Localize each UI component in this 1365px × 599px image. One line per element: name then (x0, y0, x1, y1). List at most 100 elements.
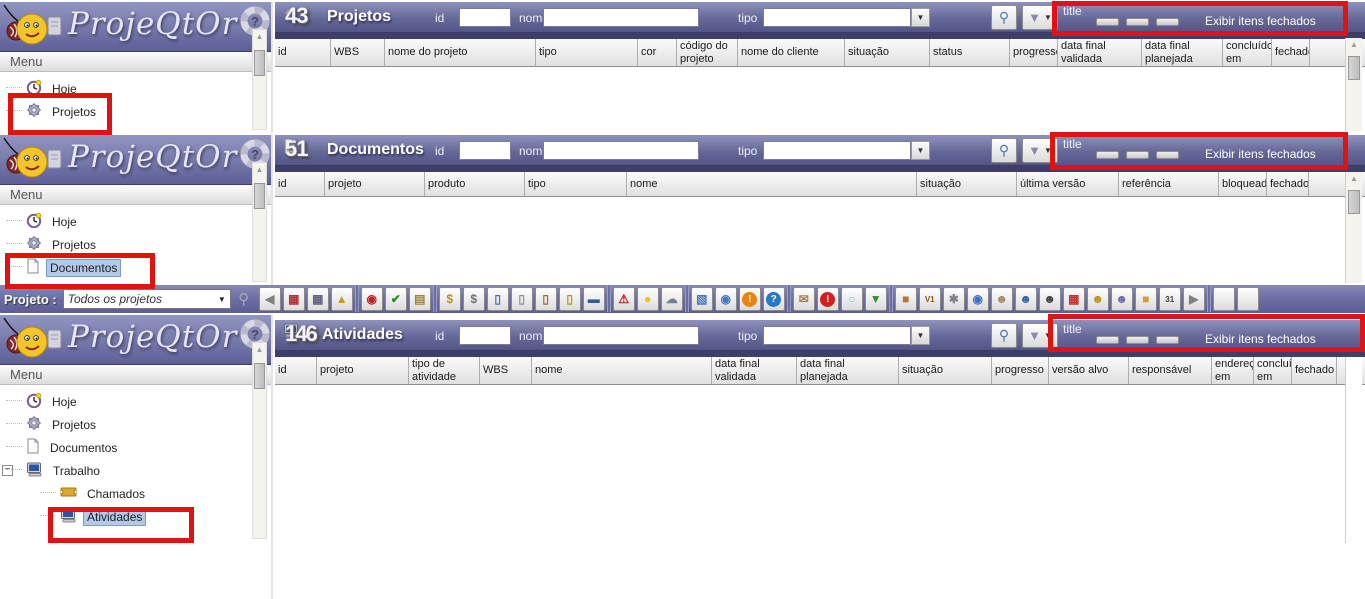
menu-scrollbar[interactable]: ▲ (252, 342, 267, 539)
cost-gear-icon[interactable]: $ (463, 287, 485, 311)
search-button[interactable]: ⚲ (991, 323, 1017, 348)
column-header-concluído-em[interactable]: concluído em (1223, 39, 1272, 66)
search-button[interactable]: ⚲ (991, 138, 1017, 163)
sidebar-item-hoje[interactable]: Hoje (0, 210, 271, 233)
exibir-itens-fechados-label[interactable]: Exibir itens fechados (1205, 332, 1316, 346)
document-version-icon[interactable]: ▯ (535, 287, 557, 311)
filter-button[interactable]: ▼▼ (1022, 138, 1058, 163)
id-filter-input[interactable] (459, 141, 511, 160)
column-header-data-final-planejada[interactable]: data final planejada (1142, 39, 1223, 66)
blank-button-1[interactable] (1213, 287, 1235, 311)
column-header-status[interactable]: status (930, 39, 1010, 66)
column-header-situação[interactable]: situação (845, 39, 930, 66)
play-icon[interactable]: ▶ (1183, 287, 1205, 311)
document-plain-icon[interactable]: ▯ (511, 287, 533, 311)
column-header-projeto[interactable]: projeto (325, 172, 425, 196)
column-header-data-final-validada[interactable]: data final validada (712, 357, 797, 384)
admin-user-icon[interactable]: ✱ (943, 287, 965, 311)
checkbox-dash-2[interactable] (1126, 336, 1149, 344)
column-header-progresso[interactable]: progresso (992, 357, 1049, 384)
tipo-dropdown-arrow-icon[interactable]: ▼ (911, 141, 930, 160)
sync-icon[interactable]: ◉ (715, 287, 737, 311)
column-header-fechado[interactable]: fechado (1292, 357, 1337, 384)
filter-button[interactable]: ▼▼ (1022, 323, 1058, 348)
risk-icon[interactable]: ⚠ (613, 287, 635, 311)
column-header-data-final-validada[interactable]: data final validada (1058, 39, 1142, 66)
checkbox-dash-2[interactable] (1126, 18, 1149, 26)
content-scrollbar[interactable]: ▲ (1345, 38, 1362, 131)
tipo-filter-select[interactable] (763, 326, 911, 345)
column-header-fechado[interactable]: fechado (1267, 172, 1309, 196)
exibir-itens-fechados-label[interactable]: Exibir itens fechados (1205, 14, 1316, 28)
contact-icon[interactable]: ☻ (1039, 287, 1061, 311)
column-header-bloqueado[interactable]: bloqueado (1219, 172, 1267, 196)
column-header-endereçado-em[interactable]: endereçado em (1212, 357, 1254, 384)
column-header-projeto[interactable]: projeto (317, 357, 409, 384)
column-header-data-final-planejada[interactable]: data final planejada (797, 357, 899, 384)
column-header-progresso[interactable]: progresso (1010, 39, 1058, 66)
sidebar-item-documentos[interactable]: Documentos (0, 256, 271, 279)
collapse-toolbar-icon[interactable]: ◀ (259, 287, 281, 311)
calendar-user-icon[interactable]: ▦ (1063, 287, 1085, 311)
planning-icon[interactable]: ▦ (283, 287, 305, 311)
checkbox-dash-3[interactable] (1156, 151, 1179, 159)
sidebar-item-projetos[interactable]: Projetos (0, 100, 271, 123)
content-scrollbar[interactable]: ▲ (1345, 172, 1362, 283)
column-header-fechado[interactable]: fechado (1272, 39, 1310, 66)
column-header-tipo-de-atividade[interactable]: tipo de atividade (409, 357, 480, 384)
tipo-filter-select[interactable] (763, 8, 911, 27)
sidebar-item-hoje[interactable]: Hoje (0, 390, 271, 413)
column-header-tipo[interactable]: tipo (536, 39, 638, 66)
checkbox-dash-1[interactable] (1096, 336, 1119, 344)
alert-red-icon[interactable]: ! (817, 287, 839, 311)
checkbox-dash-3[interactable] (1156, 336, 1179, 344)
column-header-nome[interactable]: nome (627, 172, 917, 196)
checkbox-dash-2[interactable] (1126, 151, 1149, 159)
comment-icon[interactable]: ○ (841, 287, 863, 311)
column-header-id[interactable]: id (275, 357, 317, 384)
import-data-icon[interactable]: ▼ (865, 287, 887, 311)
checkbox-dash-1[interactable] (1096, 151, 1119, 159)
sidebar-item-projetos[interactable]: Projetos (0, 413, 271, 436)
sidebar-item-hoje[interactable]: Hoje (0, 77, 271, 100)
resource-cost-icon[interactable]: ☻ (1087, 287, 1109, 311)
blank-button-2[interactable] (1237, 287, 1259, 311)
checkbox-dash-3[interactable] (1156, 18, 1179, 26)
tipo-dropdown-arrow-icon[interactable]: ▼ (911, 8, 930, 27)
nome-filter-input[interactable] (543, 8, 699, 27)
user-icon[interactable]: ☻ (991, 287, 1013, 311)
wrench-settings-icon[interactable]: ⚲ (233, 287, 255, 311)
id-filter-input[interactable] (459, 326, 511, 345)
version-icon[interactable]: V1 (919, 287, 941, 311)
column-header-concluído-em[interactable]: concluído em (1254, 357, 1292, 384)
archive-icon[interactable]: ■ (895, 287, 917, 311)
column-header-produto[interactable]: produto (425, 172, 525, 196)
column-header-referência[interactable]: referência (1119, 172, 1219, 196)
column-header-situação[interactable]: situação (899, 357, 992, 384)
sidebar-item-documentos[interactable]: Documentos (0, 436, 271, 459)
gantt-print-icon[interactable]: ▲ (331, 287, 353, 311)
column-header-última-versão[interactable]: última versão (1017, 172, 1119, 196)
objectives-icon[interactable]: ◉ (361, 287, 383, 311)
id-filter-input[interactable] (459, 8, 511, 27)
nome-filter-input[interactable] (543, 141, 699, 160)
report-icon[interactable]: ▧ (691, 287, 713, 311)
column-header-nome-do-cliente[interactable]: nome do cliente (738, 39, 845, 66)
checklist-icon[interactable]: ✔ (385, 287, 407, 311)
menu-scrollbar[interactable]: ▲ (252, 162, 267, 282)
help-icon[interactable]: ? (763, 287, 785, 311)
column-header-id[interactable]: id (275, 39, 331, 66)
nome-filter-input[interactable] (543, 326, 699, 345)
calendar-31-icon[interactable]: 31 (1159, 287, 1181, 311)
search-button[interactable]: ⚲ (991, 5, 1017, 30)
column-header-cor[interactable]: cor (638, 39, 677, 66)
issue-icon[interactable]: ☁ (661, 287, 683, 311)
document-help-icon[interactable]: ▯ (487, 287, 509, 311)
project-selector-dropdown[interactable]: Todos os projetos ▼ (63, 289, 231, 309)
menu-scrollbar[interactable]: ▲ (252, 29, 267, 130)
column-header-código-do-projeto[interactable]: código do projeto (677, 39, 738, 66)
team-icon[interactable]: ☻ (1111, 287, 1133, 311)
expense-icon[interactable]: $ (439, 287, 461, 311)
tree-collapse-icon[interactable]: − (2, 465, 13, 476)
user-session-icon[interactable]: ☻ (1015, 287, 1037, 311)
